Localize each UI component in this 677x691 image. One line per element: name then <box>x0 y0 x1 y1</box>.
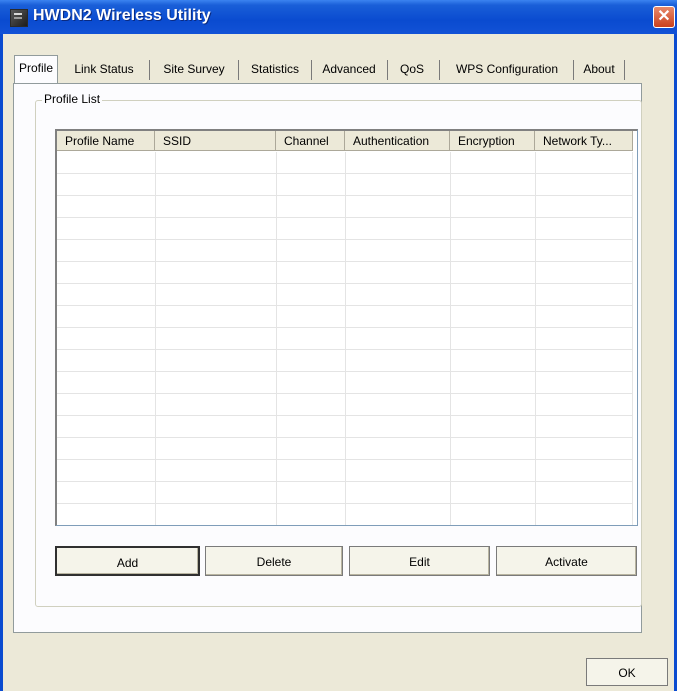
grid-column-line <box>450 152 451 525</box>
tab-statistics[interactable]: Statistics <box>240 57 310 81</box>
tab-separator <box>238 60 239 80</box>
grid-column-line <box>632 152 633 525</box>
tab-qos[interactable]: QoS <box>389 57 435 81</box>
tab-link-status[interactable]: Link Status <box>62 57 146 81</box>
tab-separator <box>439 60 440 80</box>
grid-row-line <box>57 173 633 174</box>
grid-column-line <box>345 152 346 525</box>
edit-button[interactable]: Edit <box>349 546 490 576</box>
close-icon: ✕ <box>657 8 671 25</box>
profile-list-label: Profile List <box>42 92 103 106</box>
grid-row-line <box>57 349 633 350</box>
close-button[interactable]: ✕ <box>653 6 675 28</box>
tab-separator <box>573 60 574 80</box>
wireless-utility-window: HWDN2 Wireless Utility ✕ Profile Link St… <box>0 0 677 691</box>
tab-about[interactable]: About <box>575 57 623 81</box>
add-button[interactable]: Add <box>55 546 200 576</box>
tab-separator <box>311 60 312 80</box>
window-frame-left <box>0 34 3 691</box>
column-header-network-type[interactable]: Network Ty... <box>535 131 633 151</box>
grid-row-line <box>57 195 633 196</box>
column-header-encryption[interactable]: Encryption <box>450 131 535 151</box>
column-header-profile-name[interactable]: Profile Name <box>57 131 155 151</box>
grid-row-line <box>57 327 633 328</box>
grid-row-line <box>57 217 633 218</box>
activate-button[interactable]: Activate <box>496 546 637 576</box>
tab-separator <box>624 60 625 80</box>
column-header-channel[interactable]: Channel <box>276 131 345 151</box>
column-header-ssid[interactable]: SSID <box>155 131 276 151</box>
grid-row-line <box>57 415 633 416</box>
window-title: HWDN2 Wireless Utility <box>33 7 211 24</box>
grid-row-line <box>57 305 633 306</box>
grid-column-line <box>535 152 536 525</box>
grid-row-line <box>57 393 633 394</box>
tab-advanced[interactable]: Advanced <box>313 57 385 81</box>
title-bar[interactable]: HWDN2 Wireless Utility ✕ <box>0 0 677 34</box>
tab-site-survey[interactable]: Site Survey <box>152 57 236 81</box>
ok-button[interactable]: OK <box>586 658 668 686</box>
profile-list-table[interactable]: Profile Name SSID Channel Authentication… <box>55 129 638 526</box>
tab-separator <box>149 60 150 80</box>
grid-row-line <box>57 283 633 284</box>
grid-row-line <box>57 503 633 504</box>
grid-row-line <box>57 261 633 262</box>
grid-row-line <box>57 481 633 482</box>
grid-row-line <box>57 371 633 372</box>
grid-row-line <box>57 239 633 240</box>
tab-profile[interactable]: Profile <box>14 55 58 84</box>
grid-row-line <box>57 437 633 438</box>
grid-column-line <box>276 152 277 525</box>
tab-separator <box>387 60 388 80</box>
app-icon <box>10 9 28 27</box>
tab-wps-configuration[interactable]: WPS Configuration <box>442 57 572 81</box>
column-header-authentication[interactable]: Authentication <box>345 131 450 151</box>
grid-column-line <box>155 152 156 525</box>
grid-row-line <box>57 459 633 460</box>
delete-button[interactable]: Delete <box>205 546 343 576</box>
